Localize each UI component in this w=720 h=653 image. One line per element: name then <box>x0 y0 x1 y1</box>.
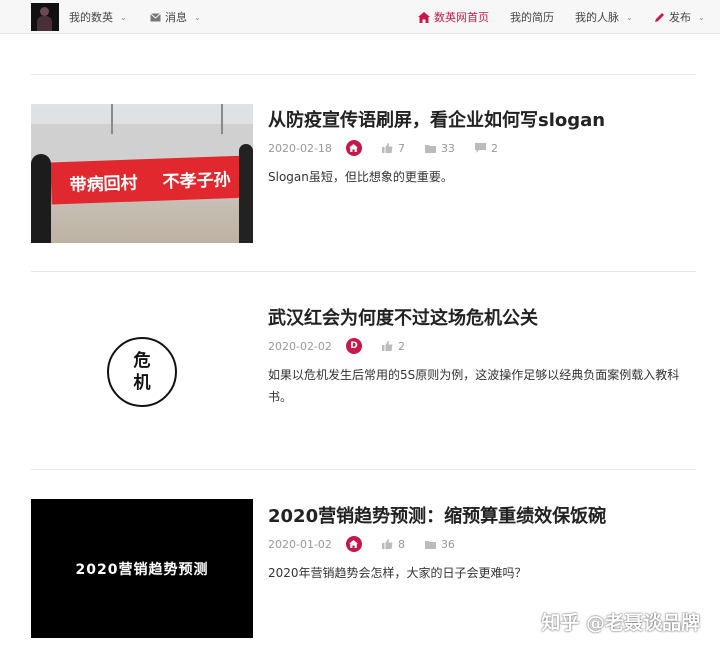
divider <box>31 74 696 75</box>
thumbs-up-icon <box>381 539 393 549</box>
article-2-thumbnail[interactable]: 危 机 <box>31 302 253 441</box>
watermark: 知乎 @老聂谈品牌 <box>541 612 700 634</box>
divider <box>31 469 696 470</box>
article-date: 2020-02-02 <box>268 339 332 353</box>
likes-count: 7 <box>397 141 405 155</box>
thumbnail-photo-street: 带病回村 不孝子孙 <box>31 104 253 243</box>
nav-home[interactable]: 数英网首页 <box>418 0 489 34</box>
article-date: 2020-01-02 <box>268 537 332 551</box>
divider <box>31 271 696 272</box>
article-2-title[interactable]: 武汉红会为何度不过这场危机公关 <box>268 304 538 330</box>
article-3-summary: 2020年营销趋势会怎样，大家的日子会更难吗？ <box>268 566 527 580</box>
crisis-char-1: 危 <box>133 350 151 371</box>
nav-messages-label: 消息 <box>165 11 187 24</box>
chevron-down-icon: ⌄ <box>120 12 127 22</box>
thumbnail-person <box>239 144 253 243</box>
home-icon <box>418 11 430 23</box>
likes-stat: 8 <box>381 537 405 551</box>
article-2-meta: 2020-02-02 D 2 <box>268 338 425 354</box>
folder-icon <box>424 144 436 153</box>
nav-my-shuying[interactable]: 我的数英 ⌄ <box>69 0 127 34</box>
comments-count: 2 <box>490 141 498 155</box>
likes-stat: 2 <box>381 339 405 353</box>
article-2-summary: 如果以危机发生后常用的5S原则为例，这波操作足够以经典负面案例载入教科书。 <box>268 368 680 404</box>
chevron-down-icon: ⌄ <box>194 12 201 22</box>
pencil-icon <box>655 12 664 22</box>
thumbnail-caption: 2020营销趋势预测 <box>75 561 209 578</box>
favorites-count: 33 <box>440 141 455 155</box>
article-1-thumbnail[interactable]: 带病回村 不孝子孙 <box>31 104 253 243</box>
thumbs-up-icon <box>381 143 393 153</box>
author-badge-icon[interactable] <box>345 140 362 156</box>
article-3-thumbnail[interactable]: 2020营销趋势预测 <box>31 499 253 638</box>
nav-network[interactable]: 我的人脉 ⌄ <box>575 0 633 34</box>
nav-messages[interactable]: 消息 ⌄ <box>150 0 201 34</box>
thumbs-up-icon <box>381 341 393 351</box>
favorites-stat: 33 <box>424 141 455 155</box>
article-3-meta: 2020-01-02 8 36 <box>268 536 475 552</box>
article-3-title[interactable]: 2020营销趋势预测：缩预算重绩效保饭碗 <box>268 502 606 528</box>
article-1-title[interactable]: 从防疫宣传语刷屏，看企业如何写slogan <box>268 106 605 132</box>
mail-icon <box>150 12 161 21</box>
nav-publish[interactable]: 发布 ⌄ <box>654 0 705 34</box>
nav-network-label: 我的人脉 <box>575 11 619 24</box>
author-badge-icon[interactable]: D <box>345 338 362 354</box>
avatar-figure-head <box>40 7 49 16</box>
crisis-char-2: 机 <box>133 372 151 393</box>
banner-text-2: 不孝子孙 <box>162 169 231 193</box>
banner-text-1: 带病回村 <box>69 172 138 196</box>
thumbnail-tree <box>221 104 223 134</box>
thumbnail-red-banner: 带病回村 不孝子孙 <box>50 155 250 205</box>
likes-stat: 7 <box>381 141 405 155</box>
thumbnail-tree <box>111 104 113 134</box>
likes-count: 8 <box>397 537 405 551</box>
comments-stat: 2 <box>474 141 498 155</box>
favorites-stat: 36 <box>424 537 455 551</box>
article-1-summary: Slogan虽短，但比想象的更重要。 <box>268 170 453 184</box>
top-nav-bar: 我的数英 ⌄ 消息 ⌄ 数英网首页 我的简历 我的人脉 ⌄ 发布 ⌄ <box>0 0 720 34</box>
nav-resume-label: 我的简历 <box>510 11 554 24</box>
chevron-down-icon: ⌄ <box>698 12 705 22</box>
nav-resume[interactable]: 我的简历 <box>510 0 554 34</box>
folder-icon <box>424 540 436 549</box>
nav-home-label: 数英网首页 <box>434 11 489 24</box>
article-1-meta: 2020-02-18 7 33 2 <box>268 140 518 156</box>
author-badge-icon[interactable] <box>345 536 362 552</box>
avatar[interactable] <box>31 3 59 31</box>
chevron-down-icon: ⌄ <box>626 12 633 22</box>
comment-icon <box>474 143 486 153</box>
likes-count: 2 <box>397 339 405 353</box>
crisis-circle-logo: 危 机 <box>107 336 177 407</box>
article-date: 2020-02-18 <box>268 141 332 155</box>
nav-my-shuying-label: 我的数英 <box>69 11 113 24</box>
favorites-count: 36 <box>440 537 455 551</box>
nav-publish-label: 发布 <box>669 11 691 24</box>
avatar-figure-body <box>37 16 52 31</box>
thumbnail-person <box>31 154 51 243</box>
